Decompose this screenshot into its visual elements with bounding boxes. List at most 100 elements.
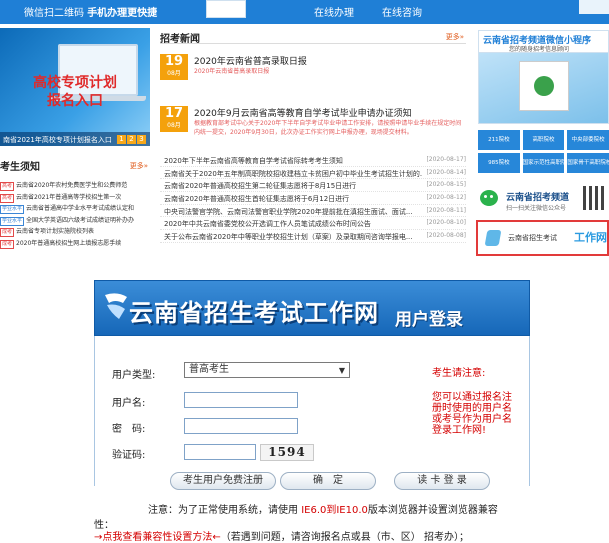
- tile-national-backbone[interactable]: 国家骨干高职院校: [567, 153, 609, 173]
- banner-page-3[interactable]: 3: [137, 135, 146, 144]
- captcha-image[interactable]: 1594: [260, 444, 314, 461]
- news-item-date: [2020-08-14]: [426, 168, 466, 176]
- top-right-decor: [579, 0, 609, 14]
- notice-tag: 学业水平: [0, 216, 25, 226]
- tile-central-ministry[interactable]: 中央部委院校: [567, 130, 609, 150]
- nav-online-service[interactable]: 在线办理: [314, 4, 354, 19]
- featured-news-item[interactable]: 19 08月 2020年云南省普高录取日报 2020年云南省普高录取日报: [160, 52, 466, 88]
- tile-985[interactable]: 985院校: [478, 153, 520, 173]
- tile-national-demo[interactable]: 国家示范性高职院校: [522, 153, 565, 173]
- username-label: 用户名:: [112, 398, 146, 409]
- news-list-item[interactable]: 云南省关于2020年五年制高职院校招收建档立卡贫困户初中毕业生考试招生计划的..…: [160, 167, 466, 180]
- top-bar: 微信扫二维码 手机办理更快捷 在线办理 在线咨询: [0, 0, 609, 24]
- card-login-button[interactable]: 读 卡 登 录: [394, 472, 490, 490]
- banner-special-plan[interactable]: 高校专项计划 报名入口 南省2021年高校专项计划报名入口 1 2 3: [0, 28, 150, 146]
- featured-news-title[interactable]: 2020年云南省普高录取日报: [194, 54, 307, 67]
- qr-promo-text: 微信扫二维码 手机办理更快捷: [24, 4, 157, 19]
- notice-text[interactable]: 2020年普通高校招生网上填报志愿手续: [16, 240, 121, 247]
- featured-news-item[interactable]: 17 08月 2020年9月云南省高等教育自学考试毕业申请办证须知 根据教育部考…: [160, 104, 466, 140]
- compat-help-text: （若遇到问题，请咨询报名点或县（市、区） 招考办）；: [220, 532, 469, 543]
- exam-site-big-text: 工作网: [574, 231, 607, 244]
- compat-help: →点我查看兼容性设置方法←（若遇到问题，请咨询报名点或县（市、区） 招考办）；: [94, 528, 530, 543]
- news-item-title[interactable]: 2020年中共云南省委党校公开选调工作人员笔试成绩公布时间公告: [164, 219, 422, 229]
- password-input[interactable]: [184, 418, 298, 434]
- news-item-title[interactable]: 关于公布云南省2020年中等职业学校招生计划（草案）及录取期间咨询举报电...: [164, 232, 422, 242]
- notice-header: 考生须知 更多»: [0, 158, 150, 173]
- exam-site-logo-icon: [484, 230, 502, 246]
- notice-list: 高考 云南省2020年农村免费医学生和公费师范 高考 云南省2021年普通高等学校招…: [0, 180, 152, 250]
- news-more-link[interactable]: 更多»: [446, 32, 464, 42]
- news-date-badge: 17 08月: [160, 106, 188, 132]
- notice-title: 考生请注意:: [432, 368, 486, 379]
- banner-page-1[interactable]: 1: [117, 135, 126, 144]
- nav-online-consult[interactable]: 在线咨询: [382, 4, 422, 19]
- qr-bold-text: 手机办理更快捷: [87, 8, 158, 19]
- notice-text[interactable]: 云南省普通高中学业水平考试成绩认定和: [26, 205, 134, 212]
- notice-body: 您可以通过报名注册时使用的用户名或考号作为用户名登录工作网!: [432, 392, 512, 436]
- captcha-input[interactable]: [184, 444, 256, 460]
- notice-text[interactable]: 云南省2020年农村免费医学生和公费师范: [16, 182, 127, 189]
- exam-work-site-link[interactable]: 云南省招生考试 工作网: [476, 220, 609, 256]
- username-input[interactable]: [184, 392, 298, 408]
- notice-text[interactable]: 全国大学英语四六级考试成绩证明补办办: [26, 217, 134, 224]
- notice-item[interactable]: 学业水平 云南省普通高中学业水平考试成绩认定和: [0, 203, 152, 215]
- notice-tag: 学业水平: [0, 205, 25, 215]
- notice-item[interactable]: 学业水平 全国大学英语四六级考试成绩证明补办办: [0, 215, 152, 227]
- wechat-icon: [480, 190, 498, 206]
- site-name: 云南省招生考试工作网: [129, 298, 379, 327]
- notice-item[interactable]: 高考 云南省2021年普通高等学校招生第一次: [0, 192, 152, 204]
- news-item-date: [2020-08-08]: [426, 232, 466, 240]
- notice-text[interactable]: 云南省专项计划实施院校列表: [16, 228, 94, 235]
- tile-higher-vocational[interactable]: 高职院校: [522, 130, 565, 150]
- news-item-date: [2020-08-17]: [426, 156, 466, 163]
- news-item-date: [2020-08-15]: [426, 181, 466, 189]
- news-list: 2020年下半年云南省高等教育自学考试省际转考考生须知 [2020-08-17] …: [160, 154, 466, 243]
- login-header: 云南省招生考试工作网 用户登录: [94, 280, 530, 336]
- banner-page-2[interactable]: 2: [127, 135, 136, 144]
- miniprogram-qr-icon: [519, 61, 569, 111]
- news-item-title[interactable]: 云南省2020年普通高校招生首轮征集志愿将于6月12日进行: [164, 194, 422, 204]
- notice-tag: 成考: [0, 239, 15, 249]
- notice-item[interactable]: 成考 云南省专项计划实施院校列表: [0, 226, 152, 238]
- news-header: 招考新闻 更多»: [160, 30, 466, 45]
- exam-site-small-text: 云南省招生考试: [508, 234, 557, 242]
- notice-text[interactable]: 云南省2021年普通高等学校招生第一次: [16, 194, 121, 201]
- user-type-value: 普高考生: [189, 364, 229, 375]
- banner-pager: 1 2 3: [117, 135, 146, 144]
- featured-news-title[interactable]: 2020年9月云南省高等教育自学考试毕业申请办证须知: [194, 106, 412, 119]
- wechat-miniprogram-banner[interactable]: [478, 52, 609, 124]
- notice-tag: 成考: [0, 228, 15, 238]
- user-type-label: 用户类型:: [112, 370, 156, 381]
- free-register-button[interactable]: 考生用户免费注册: [170, 472, 276, 490]
- news-list-item[interactable]: 中央司法警官学院、云南司法警官职业学院2020年提前批在滇招生面试、面试... […: [160, 205, 466, 218]
- tile-211[interactable]: 211院校: [478, 130, 520, 150]
- login-panel: 云南省招生考试工作网 用户登录 用户类型: 普高考生 ▼ 用户名: 密 码: 验…: [94, 280, 530, 543]
- notice-more-link[interactable]: 更多»: [130, 161, 148, 171]
- qr-code-icon: [206, 0, 246, 18]
- news-day: 17: [164, 106, 184, 121]
- news-list-item[interactable]: 2020年下半年云南省高等教育自学考试省际转考考生须知 [2020-08-17]: [160, 154, 466, 167]
- wechat-channel[interactable]: 云南省招考频道 扫一扫关注微信公众号: [478, 184, 609, 216]
- news-list-item[interactable]: 2020年中共云南省委党校公开选调工作人员笔试成绩公布时间公告 [2020-08-…: [160, 217, 466, 231]
- news-item-title[interactable]: 中央司法警官学院、云南司法警官职业学院2020年提前批在滇招生面试、面试...: [164, 207, 422, 217]
- confirm-button[interactable]: 确 定: [280, 472, 376, 490]
- news-list-item[interactable]: 云南省2020年普通高校招生第二轮征集志愿将于8月15日进行 [2020-08-1…: [160, 179, 466, 193]
- news-list-item[interactable]: 云南省2020年普通高校招生首轮征集志愿将于6月12日进行 [2020-08-12…: [160, 192, 466, 205]
- news-item-title[interactable]: 云南省2020年普通高校招生第二轮征集志愿将于8月15日进行: [164, 181, 422, 191]
- user-login-title: 用户登录: [395, 310, 463, 330]
- wechat-miniprogram-header: 云南省招考频道微信小程序 您的随身招考信息顾问: [478, 30, 609, 53]
- channel-subtitle: 扫一扫关注微信公众号: [506, 205, 567, 212]
- compat-notice-suffix: 版本浏览器并设置浏览器兼容: [367, 505, 498, 516]
- news-item-date: [2020-08-12]: [426, 194, 466, 202]
- notice-item[interactable]: 高考 云南省2020年农村免费医学生和公费师范: [0, 180, 152, 192]
- top-nav: 在线办理 在线咨询: [314, 4, 422, 19]
- news-list-item[interactable]: 关于公布云南省2020年中等职业学校招生计划（草案）及录取期间咨询举报电... […: [160, 230, 466, 243]
- news-item-title[interactable]: 云南省关于2020年五年制高职院校招收建档立卡贫困户初中毕业生考试招生计划的..…: [164, 169, 422, 179]
- notice-item[interactable]: 成考 2020年普通高校招生网上填报志愿手续: [0, 238, 152, 250]
- qr-prefix: 微信扫二维码: [24, 8, 84, 19]
- user-type-select[interactable]: 普高考生 ▼: [184, 362, 350, 378]
- news-month: 08月: [167, 70, 181, 77]
- compat-notice-versions: IE6.0到IE10.0: [301, 505, 368, 516]
- compat-settings-link[interactable]: →点我查看兼容性设置方法←: [94, 532, 221, 543]
- news-item-title[interactable]: 2020年下半年云南省高等教育自学考试省际转考考生须知: [164, 156, 422, 166]
